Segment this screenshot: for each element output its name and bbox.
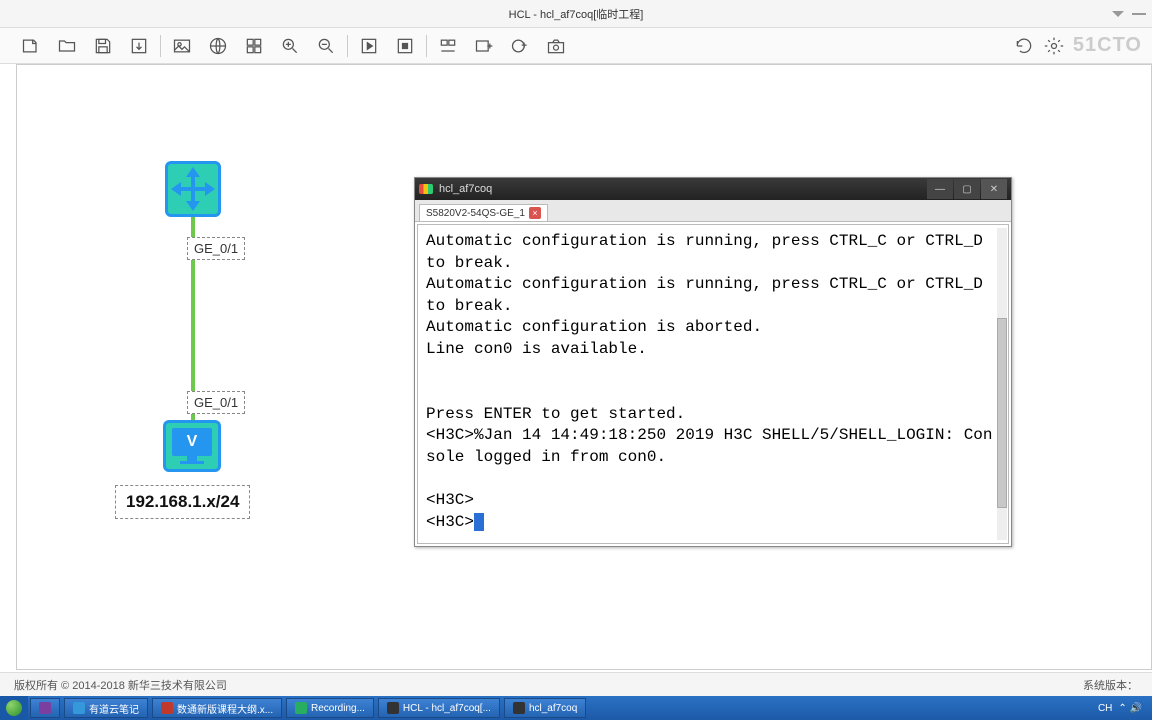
port-label-top[interactable]: GE_0/1 bbox=[187, 237, 245, 260]
terminal-cursor bbox=[474, 513, 484, 531]
globe-icon[interactable] bbox=[207, 35, 229, 57]
terminal-scrollbar[interactable] bbox=[997, 228, 1007, 540]
router-icon bbox=[173, 169, 213, 209]
camera-icon[interactable] bbox=[545, 35, 567, 57]
terminal-minimize-button[interactable]: — bbox=[927, 179, 953, 199]
terminal-tab-close-icon[interactable]: × bbox=[529, 207, 541, 219]
settings-icon[interactable] bbox=[1043, 35, 1065, 57]
tray-icons[interactable]: ⌃ 🔊 bbox=[1118, 703, 1142, 714]
status-bar: 版权所有 © 2014-2018 新华三技术有限公司 系统版本： bbox=[0, 672, 1152, 696]
term-icon bbox=[513, 702, 525, 714]
app-title-bar: HCL - hcl_af7coq[临时工程] bbox=[0, 0, 1152, 28]
reload-icon[interactable] bbox=[1013, 35, 1035, 57]
system-tray[interactable]: CH ⌃ 🔊 bbox=[1098, 703, 1152, 714]
stop-icon[interactable] bbox=[394, 35, 416, 57]
terminal-logo-icon bbox=[419, 184, 433, 194]
terminal-title: hcl_af7coq bbox=[439, 183, 492, 195]
terminal-scroll-thumb[interactable] bbox=[997, 318, 1007, 508]
zoom-out-icon[interactable] bbox=[315, 35, 337, 57]
router-node[interactable] bbox=[165, 161, 221, 217]
title-controls bbox=[1112, 11, 1146, 17]
terminal-maximize-button[interactable]: ▢ bbox=[954, 179, 980, 199]
save-icon[interactable] bbox=[92, 35, 114, 57]
terminal-close-button[interactable]: ✕ bbox=[981, 179, 1007, 199]
zoom-in-icon[interactable] bbox=[279, 35, 301, 57]
align-icon[interactable] bbox=[437, 35, 459, 57]
hcl-icon bbox=[387, 702, 399, 714]
copyright-text: 版权所有 © 2014-2018 新华三技术有限公司 bbox=[14, 677, 227, 693]
terminal-window: hcl_af7coq — ▢ ✕ S5820V2-54QS-GE_1 × Aut… bbox=[414, 177, 1012, 547]
start-orb-icon bbox=[6, 700, 22, 716]
open-folder-icon[interactable] bbox=[56, 35, 78, 57]
terminal-tab[interactable]: S5820V2-54QS-GE_1 × bbox=[419, 204, 548, 221]
pc-icon: V bbox=[172, 428, 212, 456]
refresh-device-icon[interactable] bbox=[509, 35, 531, 57]
taskbar-item-doc[interactable]: 数通新版课程大纲.x... bbox=[152, 698, 282, 718]
start-button[interactable] bbox=[0, 696, 28, 720]
grid-icon[interactable] bbox=[243, 35, 265, 57]
onenote-icon bbox=[39, 702, 51, 714]
pc-node[interactable]: V bbox=[163, 420, 221, 472]
taskbar-item-onenote[interactable] bbox=[30, 698, 60, 718]
play-icon[interactable] bbox=[358, 35, 380, 57]
export-icon[interactable] bbox=[128, 35, 150, 57]
watermark-text: 51CTO bbox=[1073, 34, 1142, 57]
taskbar-item-youdao[interactable]: 有道云笔记 bbox=[64, 698, 148, 718]
windows-taskbar: 有道云笔记 数通新版课程大纲.x... Recording... HCL - h… bbox=[0, 696, 1152, 720]
taskbar-item-hcl[interactable]: HCL - hcl_af7coq[... bbox=[378, 698, 500, 718]
dropdown-icon[interactable] bbox=[1112, 11, 1124, 17]
port-label-bottom[interactable]: GE_0/1 bbox=[187, 391, 245, 414]
new-project-icon[interactable] bbox=[20, 35, 42, 57]
ip-address-label[interactable]: 192.168.1.x/24 bbox=[115, 485, 250, 519]
taskbar-item-terminal[interactable]: hcl_af7coq bbox=[504, 698, 586, 718]
app-title: HCL - hcl_af7coq[临时工程] bbox=[509, 6, 644, 22]
minimize-icon[interactable] bbox=[1132, 13, 1146, 15]
note-icon bbox=[73, 702, 85, 714]
terminal-tab-label: S5820V2-54QS-GE_1 bbox=[426, 208, 525, 219]
version-label: 系统版本： bbox=[1083, 677, 1138, 693]
image-icon[interactable] bbox=[171, 35, 193, 57]
main-toolbar: 51CTO bbox=[0, 28, 1152, 64]
terminal-titlebar[interactable]: hcl_af7coq — ▢ ✕ bbox=[415, 178, 1011, 200]
rec-icon bbox=[295, 702, 307, 714]
terminal-tab-bar: S5820V2-54QS-GE_1 × bbox=[415, 200, 1011, 222]
topology-canvas[interactable]: GE_0/1 GE_0/1 V 192.168.1.x/24 hcl_af7co… bbox=[16, 64, 1152, 670]
add-device-icon[interactable] bbox=[473, 35, 495, 57]
taskbar-item-recording[interactable]: Recording... bbox=[286, 698, 374, 718]
doc-icon bbox=[161, 702, 173, 714]
terminal-output[interactable]: Automatic configuration is running, pres… bbox=[417, 224, 1009, 544]
ime-indicator[interactable]: CH bbox=[1098, 703, 1112, 714]
